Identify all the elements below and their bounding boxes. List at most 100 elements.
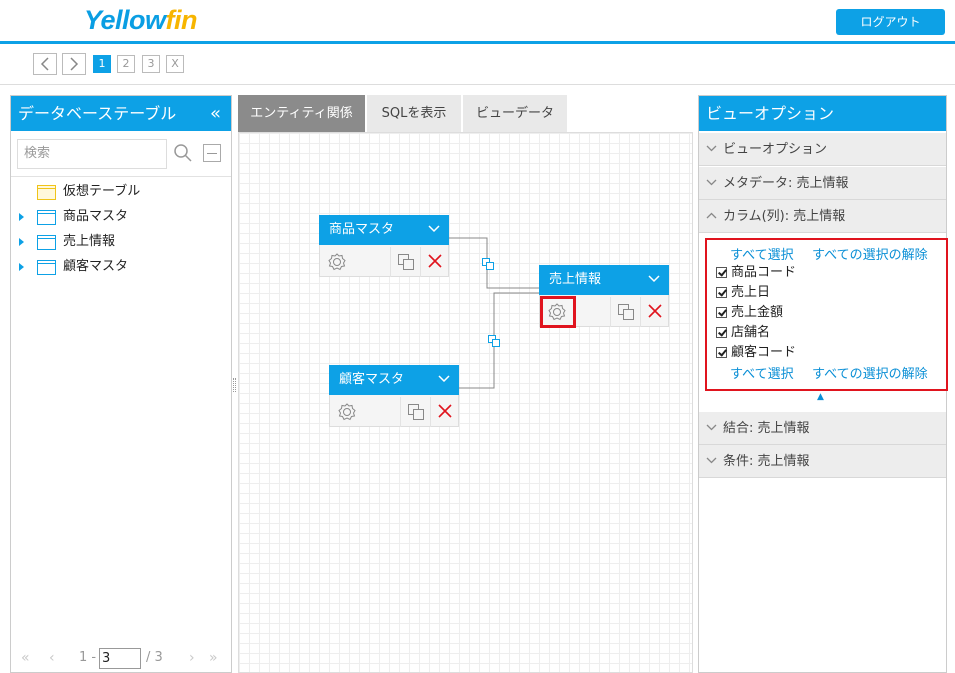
tab-view-data[interactable]: ビューデータ <box>463 95 567 132</box>
collapse-left-panel-icon[interactable]: « <box>210 96 221 131</box>
tree-item-customer-master[interactable]: 顧客マスタ <box>19 256 219 278</box>
entity-product-master[interactable]: 商品マスタ <box>319 215 449 277</box>
entity-settings-button[interactable] <box>332 397 362 427</box>
collapse-columns-icon[interactable]: ▲ <box>817 392 824 402</box>
page-range-prefix: 1 - <box>79 650 97 665</box>
chevron-down-icon[interactable] <box>428 225 440 233</box>
entity-header[interactable]: 売上情報 <box>539 265 669 295</box>
column-label: 顧客コード <box>731 345 797 360</box>
table-icon <box>37 260 56 275</box>
page-number-input[interactable]: 3 <box>99 648 141 669</box>
app-header: Yellowfin ログアウト <box>0 0 955 44</box>
chevron-down-icon[interactable] <box>438 375 450 383</box>
step-2-button[interactable]: 2 <box>117 55 135 73</box>
entity-duplicate-button[interactable] <box>610 297 640 327</box>
step-1-button[interactable]: 1 <box>93 55 111 73</box>
tree-item-label: 顧客マスタ <box>63 259 129 274</box>
close-step-button[interactable]: X <box>166 55 184 73</box>
next-page-icon[interactable]: › <box>189 650 195 666</box>
column-label: 売上日 <box>731 285 771 300</box>
entity-duplicate-button[interactable] <box>400 397 430 427</box>
entity-delete-button[interactable] <box>640 297 668 327</box>
last-page-icon[interactable]: » <box>209 650 218 666</box>
tree-item-product-master[interactable]: 商品マスタ <box>19 206 219 228</box>
entity-header[interactable]: 商品マスタ <box>319 215 449 245</box>
entity-duplicate-button[interactable] <box>390 247 420 277</box>
entity-relationship-canvas[interactable]: 商品マスタ 売上情報 顧客マスタ <box>238 132 693 673</box>
table-search-input[interactable]: 検索 <box>17 139 167 169</box>
entity-name: 売上情報 <box>549 272 602 287</box>
tree-item-virtual-table[interactable]: 仮想テーブル <box>19 181 219 203</box>
select-all-link-bottom[interactable]: すべて選択 <box>730 363 794 382</box>
entity-delete-button[interactable] <box>430 397 458 427</box>
logout-button[interactable]: ログアウト <box>836 9 945 35</box>
table-icon <box>37 210 56 225</box>
entity-customer-master[interactable]: 顧客マスタ <box>329 365 459 427</box>
chevron-down-icon <box>706 457 717 464</box>
chevron-left-icon <box>40 57 49 71</box>
next-step-button[interactable] <box>62 53 86 75</box>
right-panel-title: ビューオプション <box>706 104 835 123</box>
deselect-all-link-bottom[interactable]: すべての選択の解除 <box>812 363 928 382</box>
section-joins[interactable]: 結合: 売上情報 <box>699 412 946 445</box>
chevron-up-icon <box>706 212 717 219</box>
yellowfin-logo[interactable]: Yellowfin <box>84 5 198 36</box>
expand-arrow-icon[interactable] <box>19 213 24 221</box>
checkbox-checked[interactable] <box>716 307 727 318</box>
logo-text-yellow: Yellow <box>84 5 166 35</box>
tab-show-sql[interactable]: SQLを表示 <box>367 95 461 132</box>
chevron-down-icon <box>706 424 717 431</box>
prev-step-button[interactable] <box>33 53 57 75</box>
right-panel-header: ビューオプション <box>699 96 946 131</box>
search-icon[interactable] <box>173 143 193 167</box>
section-view-options[interactable]: ビューオプション <box>699 133 946 166</box>
prev-page-icon[interactable]: ‹ <box>49 650 55 666</box>
left-panel-header: データベーステーブル « <box>11 96 231 131</box>
chevron-down-icon <box>706 145 717 152</box>
step-pager: 1 2 3 X <box>0 47 955 85</box>
entity-delete-button[interactable] <box>420 247 448 277</box>
deselect-all-link-top[interactable]: すべての選択の解除 <box>812 244 928 263</box>
expand-arrow-icon[interactable] <box>19 263 24 271</box>
entity-name: 商品マスタ <box>329 222 395 237</box>
section-conditions[interactable]: 条件: 売上情報 <box>699 445 946 478</box>
table-icon <box>37 235 56 250</box>
page-total: / 3 <box>146 650 163 665</box>
close-icon <box>438 404 452 418</box>
section-label: 結合: 売上情報 <box>723 421 810 436</box>
select-all-link-top[interactable]: すべて選択 <box>730 244 794 263</box>
section-columns[interactable]: カラム(列): 売上情報 <box>699 200 946 233</box>
chevron-down-icon[interactable] <box>648 275 660 283</box>
panel-resize-handle[interactable] <box>233 378 236 392</box>
checkbox-checked[interactable] <box>716 287 727 298</box>
chevron-right-icon <box>70 57 79 71</box>
step-3-button[interactable]: 3 <box>142 55 160 73</box>
checkbox-checked[interactable] <box>716 267 727 278</box>
checkbox-checked[interactable] <box>716 347 727 358</box>
join-icon[interactable] <box>488 335 500 351</box>
tree-item-sales-info[interactable]: 売上情報 <box>19 231 219 253</box>
close-icon <box>648 304 662 318</box>
section-label: カラム(列): 売上情報 <box>723 209 846 224</box>
section-metadata[interactable]: メタデータ: 売上情報 <box>699 167 946 200</box>
gear-icon <box>338 403 356 421</box>
entity-header[interactable]: 顧客マスタ <box>329 365 459 395</box>
tree-item-label: 商品マスタ <box>63 209 129 224</box>
join-icon[interactable] <box>482 258 494 274</box>
entity-settings-button[interactable] <box>322 247 352 277</box>
settings-highlight <box>540 296 576 328</box>
virtual-table-icon <box>37 185 56 200</box>
section-label: メタデータ: 売上情報 <box>723 176 849 191</box>
entity-sales-info[interactable]: 売上情報 <box>539 265 669 328</box>
checkbox-checked[interactable] <box>716 327 727 338</box>
tab-entity-relationship[interactable]: エンティティ関係 <box>238 95 365 132</box>
join-lines <box>449 237 539 389</box>
first-page-icon[interactable]: « <box>21 650 30 666</box>
entity-name: 顧客マスタ <box>339 372 405 387</box>
duplicate-icon <box>398 254 414 270</box>
section-label: 条件: 売上情報 <box>723 454 810 469</box>
expand-arrow-icon[interactable] <box>19 238 24 246</box>
collapse-all-icon[interactable] <box>203 144 221 162</box>
logo-text-fin: fin <box>165 5 198 35</box>
chevron-down-icon <box>706 179 717 186</box>
